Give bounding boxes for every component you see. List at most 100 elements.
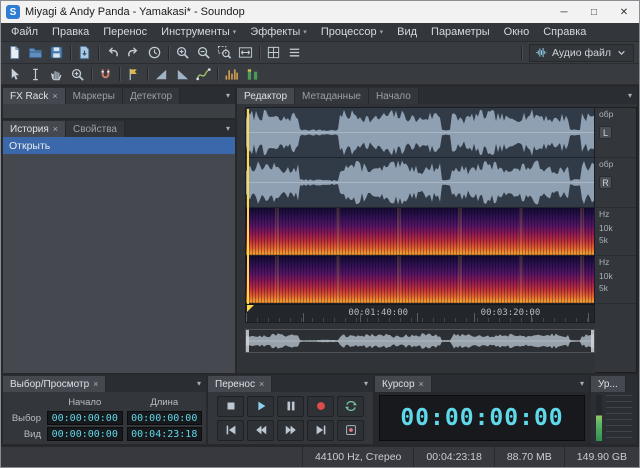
tab-metadata[interactable]: Метаданные: [295, 88, 369, 104]
menu-processor[interactable]: Процессор ▾: [314, 23, 390, 41]
undo-icon[interactable]: [102, 43, 123, 62]
column-header-start: Начало: [68, 396, 102, 408]
fast-forward-button[interactable]: [277, 419, 304, 441]
tab-selection-view[interactable]: Выбор/Просмотр ×: [3, 376, 107, 392]
level-meter-icon[interactable]: [242, 65, 263, 84]
new-file-icon[interactable]: [4, 43, 25, 62]
grid-icon[interactable]: [263, 43, 284, 62]
open-folder-icon[interactable]: [25, 43, 46, 62]
panel-menu-icon[interactable]: ▾: [623, 91, 637, 100]
tab-levels[interactable]: Ур...: [591, 376, 626, 392]
tab-close-icon[interactable]: ×: [93, 379, 98, 389]
panel-menu-icon[interactable]: ▾: [575, 379, 589, 388]
menu-window[interactable]: Окно: [497, 23, 537, 41]
menu-options[interactable]: Параметры: [424, 23, 497, 41]
tab-markers[interactable]: Маркеры: [65, 88, 123, 104]
fade-out-icon[interactable]: [172, 65, 193, 84]
channel-right-badge[interactable]: R: [599, 176, 612, 189]
tab-transport[interactable]: Перенос ×: [208, 376, 273, 392]
menu-help[interactable]: Справка: [536, 23, 593, 41]
menu-tools[interactable]: Инструменты ▾: [154, 23, 243, 41]
spectrum-bars-icon[interactable]: [221, 65, 242, 84]
playhead[interactable]: [247, 109, 249, 304]
tab-close-icon[interactable]: ×: [259, 379, 264, 389]
loop-button[interactable]: [337, 395, 364, 417]
close-button[interactable]: ✕: [609, 1, 639, 23]
overview-strip[interactable]: [245, 329, 595, 353]
overview-start-handle[interactable]: [246, 330, 249, 352]
record-button[interactable]: [307, 395, 334, 417]
tab-start[interactable]: Начало: [368, 88, 419, 104]
menu-effects[interactable]: Эффекты ▾: [243, 23, 314, 41]
audio-file-dropdown[interactable]: Аудио файл: [528, 43, 634, 62]
overview-waveform: [246, 330, 594, 352]
snap-magnet-icon[interactable]: [95, 65, 116, 84]
tab-properties[interactable]: Свойства: [66, 121, 125, 137]
mixdown-icon[interactable]: [74, 43, 95, 62]
stop-button[interactable]: [217, 395, 244, 417]
scrub-hand-icon[interactable]: [46, 65, 67, 84]
go-end-button[interactable]: [307, 419, 334, 441]
ruler-unit-label: Hz: [599, 209, 610, 219]
history-clock-icon[interactable]: [144, 43, 165, 62]
envelope-icon[interactable]: [193, 65, 214, 84]
waveform-channel-left[interactable]: [246, 108, 594, 158]
channel-left-badge[interactable]: L: [599, 126, 612, 139]
menu-edit[interactable]: Правка: [45, 23, 96, 41]
spectrogram-left[interactable]: [246, 208, 594, 256]
tab-close-icon[interactable]: ×: [53, 124, 58, 134]
tab-history[interactable]: История ×: [3, 121, 67, 137]
playhead-marker-icon[interactable]: [247, 305, 254, 312]
tab-label: Начало: [375, 90, 411, 102]
time-select-icon[interactable]: [25, 65, 46, 84]
tab-close-icon[interactable]: ×: [52, 91, 57, 101]
zoom-in-icon[interactable]: [67, 65, 88, 84]
maximize-button[interactable]: □: [579, 1, 609, 23]
row-label-view: Вид: [23, 428, 41, 440]
zoom-out-icon[interactable]: [193, 43, 214, 62]
spectrogram-right[interactable]: [246, 256, 594, 304]
menu-label: Справка: [543, 26, 587, 38]
menu-transport[interactable]: Перенос: [96, 23, 154, 41]
selection-start-field[interactable]: 00:00:00:00: [47, 411, 123, 425]
timeline-label: 00:01:40:00: [348, 308, 409, 318]
tab-editor[interactable]: Редактор: [237, 88, 296, 104]
record-arm-button[interactable]: [337, 419, 364, 441]
cursor-time-display[interactable]: 00:00:00:00: [379, 395, 585, 441]
tab-cursor[interactable]: Курсор ×: [375, 376, 432, 392]
pause-button[interactable]: [277, 395, 304, 417]
zoom-in-icon[interactable]: [172, 43, 193, 62]
history-item[interactable]: Открыть: [3, 137, 235, 154]
tab-close-icon[interactable]: ×: [419, 379, 424, 389]
panel-menu-icon[interactable]: ▾: [221, 124, 235, 133]
redo-icon[interactable]: [123, 43, 144, 62]
timeline-ruler[interactable]: 00:01:40:00 00:03:20:00: [246, 304, 594, 322]
view-start-field[interactable]: 00:00:00:00: [47, 427, 123, 441]
tab-detector[interactable]: Детектор: [122, 88, 181, 104]
toolbar-separator: [147, 67, 148, 81]
panel-menu-icon[interactable]: ▾: [221, 91, 235, 100]
object-select-icon[interactable]: [4, 65, 25, 84]
play-button[interactable]: [247, 395, 274, 417]
menu-view[interactable]: Вид: [390, 23, 424, 41]
panel-menu-icon[interactable]: ▾: [192, 379, 206, 388]
list-icon[interactable]: [284, 43, 305, 62]
app-icon: S: [6, 5, 20, 19]
marker-flag-icon[interactable]: [123, 65, 144, 84]
waveform-channel-right[interactable]: [246, 158, 594, 208]
panel-menu-icon[interactable]: ▾: [359, 379, 373, 388]
overview-end-handle[interactable]: [591, 330, 594, 352]
save-icon[interactable]: [46, 43, 67, 62]
history-panel: История × Свойства ▾ Открыть: [3, 120, 235, 373]
menu-file[interactable]: Файл: [4, 23, 45, 41]
view-length-field[interactable]: 00:04:23:18: [126, 427, 202, 441]
selection-length-field[interactable]: 00:00:00:00: [126, 411, 202, 425]
cursor-panel-tabbar: Курсор × ▾: [375, 375, 589, 392]
tab-fx-rack[interactable]: FX Rack ×: [3, 88, 66, 104]
zoom-all-icon[interactable]: [235, 43, 256, 62]
go-start-button[interactable]: [217, 419, 244, 441]
minimize-button[interactable]: ─: [549, 1, 579, 23]
fade-in-icon[interactable]: [151, 65, 172, 84]
rewind-button[interactable]: [247, 419, 274, 441]
zoom-selection-icon[interactable]: [214, 43, 235, 62]
